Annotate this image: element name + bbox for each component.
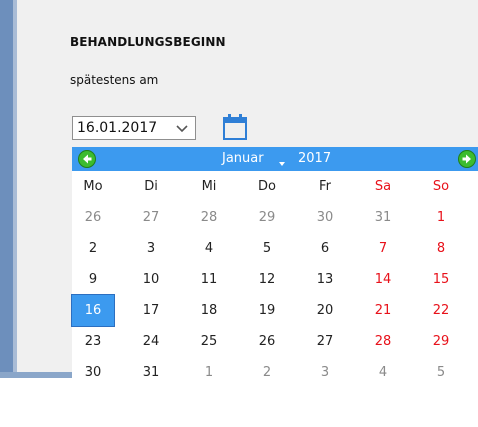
calendar-day[interactable]: 2 <box>246 357 288 388</box>
weekday-header: Mi <box>201 179 217 194</box>
weekday-header: Fr <box>319 179 331 194</box>
weekday-header: Mo <box>83 179 103 194</box>
calendar-day[interactable]: 27 <box>304 326 346 357</box>
week-row: 16 17 18 19 20 21 22 <box>71 294 478 327</box>
calendar-day[interactable]: 1 <box>188 357 230 388</box>
weekday-row: Mo Di Mi Do Fr Sa So <box>72 171 478 202</box>
week-row: 23 24 25 26 27 28 29 <box>72 326 478 357</box>
calendar-day[interactable]: 20 <box>304 295 346 326</box>
calendar-day[interactable]: 3 <box>130 233 172 264</box>
calendar-day[interactable]: 26 <box>72 202 114 233</box>
calendar-day[interactable]: 24 <box>130 326 172 357</box>
week-row: 26 27 28 29 30 31 1 <box>72 202 478 233</box>
calendar-day[interactable]: 4 <box>188 233 230 264</box>
calendar-day[interactable]: 29 <box>246 202 288 233</box>
calendar-day[interactable]: 5 <box>246 233 288 264</box>
calendar-day[interactable]: 11 <box>188 264 230 295</box>
calendar-day[interactable]: 1 <box>420 202 462 233</box>
calendar-day[interactable]: 25 <box>188 326 230 357</box>
previous-month-icon[interactable] <box>78 150 96 168</box>
weekday-header: Sa <box>374 179 392 194</box>
calendar-day[interactable]: 28 <box>362 326 404 357</box>
calendar-day[interactable]: 19 <box>246 295 288 326</box>
calendar-day[interactable]: 6 <box>304 233 346 264</box>
calendar-day[interactable]: 31 <box>130 357 172 388</box>
calendar-day[interactable]: 18 <box>188 295 230 326</box>
calendar-day[interactable]: 22 <box>420 295 462 326</box>
calendar-day[interactable]: 8 <box>420 233 462 264</box>
week-row: 2 3 4 5 6 7 8 <box>72 233 478 264</box>
weekday-header: So <box>432 179 450 194</box>
calendar-day[interactable]: 30 <box>72 357 114 388</box>
date-combobox[interactable]: 16.01.2017 <box>72 116 196 140</box>
window-left-border <box>0 0 13 378</box>
calendar-day[interactable]: 3 <box>304 357 346 388</box>
calendar-header: Januar 2017 <box>72 147 478 171</box>
calendar-icon[interactable] <box>223 113 247 141</box>
month-label[interactable]: Januar <box>222 151 264 166</box>
week-row: 9 10 11 12 13 14 15 <box>72 264 478 295</box>
calendar-day[interactable]: 12 <box>246 264 288 295</box>
calendar-day[interactable]: 26 <box>246 326 288 357</box>
calendar-day[interactable]: 27 <box>130 202 172 233</box>
section-title: BEHANDLUNGSBEGINN <box>70 35 226 49</box>
chevron-down-icon[interactable] <box>176 123 188 133</box>
calendar-day[interactable]: 31 <box>362 202 404 233</box>
date-value: 16.01.2017 <box>77 120 158 136</box>
calendar-day[interactable]: 17 <box>130 295 172 326</box>
calendar-day-selected[interactable]: 16 <box>71 294 115 327</box>
section-subtitle: spätestens am <box>70 73 159 87</box>
next-month-icon[interactable] <box>458 150 476 168</box>
calendar-day[interactable]: 9 <box>72 264 114 295</box>
month-caret-icon[interactable] <box>279 162 285 166</box>
weekday-header: Di <box>144 179 158 194</box>
calendar-day[interactable]: 10 <box>130 264 172 295</box>
calendar-day[interactable]: 28 <box>188 202 230 233</box>
calendar-day[interactable]: 4 <box>362 357 404 388</box>
calendar-day[interactable]: 23 <box>72 326 114 357</box>
calendar-day[interactable]: 2 <box>72 233 114 264</box>
year-label[interactable]: 2017 <box>298 151 331 166</box>
calendar-day[interactable]: 14 <box>362 264 404 295</box>
calendar-day[interactable]: 29 <box>420 326 462 357</box>
calendar-grid: Mo Di Mi Do Fr Sa So 26 27 28 29 30 31 1… <box>71 171 478 388</box>
calendar-day[interactable]: 13 <box>304 264 346 295</box>
week-row: 30 31 1 2 3 4 5 <box>72 357 478 388</box>
calendar-day[interactable]: 7 <box>362 233 404 264</box>
calendar-day[interactable]: 21 <box>362 295 404 326</box>
calendar-popup: Januar 2017 Mo Di Mi Do Fr Sa So 26 27 2… <box>71 147 478 427</box>
calendar-day[interactable]: 5 <box>420 357 462 388</box>
calendar-day[interactable]: 15 <box>420 264 462 295</box>
weekday-header: Do <box>258 179 276 194</box>
calendar-day[interactable]: 30 <box>304 202 346 233</box>
